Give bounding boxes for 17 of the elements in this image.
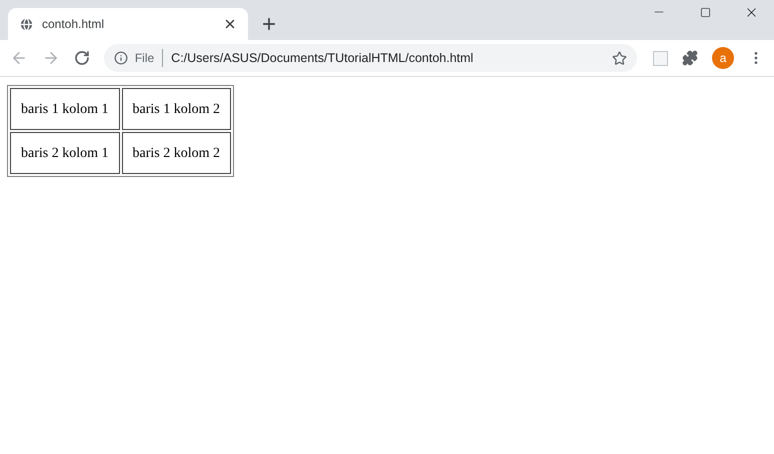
tab-title: contoh.html: [42, 16, 106, 33]
new-tab-icon[interactable]: [260, 15, 278, 33]
globe-icon: [19, 16, 34, 32]
table-cell: baris 2 kolom 1: [10, 132, 120, 174]
scheme-label: File: [134, 49, 164, 67]
reload-icon[interactable]: [74, 50, 90, 66]
puzzle-icon[interactable]: [682, 50, 698, 66]
address-bar[interactable]: File C:/Users/ASUS/Documents/TUtorialHTML/contoh.html: [104, 44, 638, 72]
info-icon[interactable]: [114, 51, 128, 65]
close-tab-icon[interactable]: [223, 17, 237, 31]
table-cell: baris 2 kolom 2: [122, 132, 231, 174]
bookmark-star-icon[interactable]: [612, 50, 628, 66]
table-cell: baris 1 kolom 1: [10, 88, 120, 130]
browser-tab[interactable]: contoh.html: [8, 8, 248, 40]
table-cell: baris 1 kolom 2: [122, 88, 231, 130]
url-text: C:/Users/ASUS/Documents/TUtorialHTML/contoh.html: [171, 50, 474, 67]
maximize-icon[interactable]: [700, 6, 710, 18]
